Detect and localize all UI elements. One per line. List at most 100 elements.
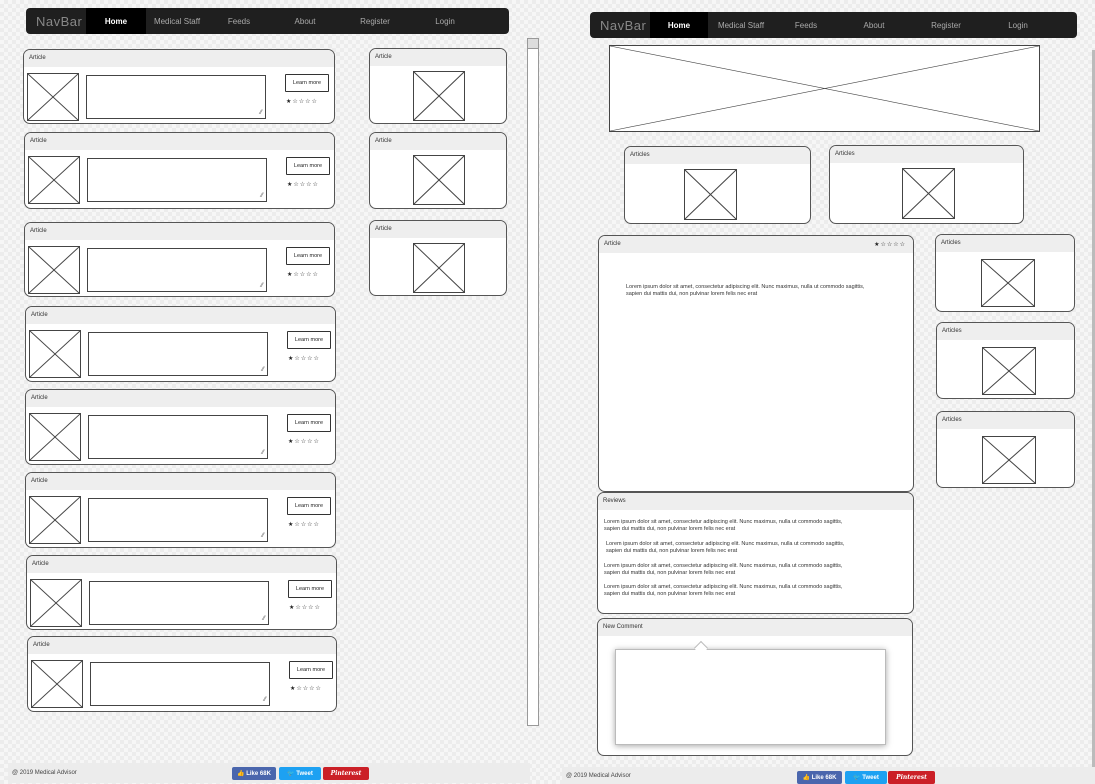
resize-grip-icon[interactable]: ⁄⁄ — [262, 367, 264, 373]
side-article-card[interactable]: Article — [369, 132, 507, 209]
image-placeholder-icon — [29, 496, 81, 544]
nav-register[interactable]: Register — [910, 12, 982, 38]
article-textarea[interactable]: ⁄⁄ — [87, 158, 267, 202]
learn-more-button[interactable]: Learn more — [287, 497, 331, 515]
resize-grip-icon[interactable]: ⁄⁄ — [262, 450, 264, 456]
image-placeholder-icon — [981, 259, 1035, 307]
resize-grip-icon[interactable]: ⁄⁄ — [261, 193, 263, 199]
image-placeholder-icon — [902, 168, 955, 219]
articles-card[interactable]: Articles — [624, 146, 811, 224]
image-placeholder-icon — [31, 660, 83, 708]
rating-stars[interactable]: ★☆☆☆☆ — [286, 98, 318, 105]
nav-login[interactable]: Login — [982, 12, 1054, 38]
rating-stars[interactable]: ★☆☆☆☆ — [287, 271, 319, 278]
rating-stars[interactable]: ★☆☆☆☆ — [288, 355, 320, 362]
nav-home[interactable]: Home — [86, 8, 146, 34]
article-textarea[interactable]: ⁄⁄ — [88, 332, 268, 376]
article-card: Article ⁄⁄ Learn more ★☆☆☆☆ — [25, 472, 336, 548]
pinterest-button[interactable]: Pinterest — [888, 771, 935, 784]
facebook-like-button[interactable]: 👍 Like 68K — [797, 771, 842, 784]
article-textarea[interactable]: ⁄⁄ — [87, 248, 267, 292]
rating-stars[interactable]: ★☆☆☆☆ — [289, 604, 321, 611]
main-article-card: Article ★☆☆☆☆ Lorem ipsum dolor sit amet… — [598, 235, 914, 492]
image-placeholder-icon — [982, 436, 1036, 484]
card-title: Article — [370, 49, 506, 66]
tweet-button[interactable]: 🐦 Tweet — [845, 771, 887, 784]
article-textarea[interactable]: ⁄⁄ — [86, 75, 266, 119]
article-card: Article ⁄⁄ Learn more ★☆☆☆☆ — [24, 222, 335, 297]
image-placeholder-icon — [413, 243, 465, 293]
rating-stars[interactable]: ★☆☆☆☆ — [287, 181, 319, 188]
review-text: Lorem ipsum dolor sit amet, consectetur … — [604, 584, 843, 597]
nav-login[interactable]: Login — [410, 8, 480, 34]
image-placeholder-icon — [29, 330, 81, 378]
pinterest-button[interactable]: Pinterest — [323, 767, 369, 780]
navbar-brand[interactable]: NavBar — [590, 18, 650, 33]
facebook-like-button[interactable]: 👍 Like 68K — [232, 767, 276, 780]
article-textarea[interactable]: ⁄⁄ — [90, 662, 270, 706]
resize-grip-icon[interactable]: ⁄⁄ — [264, 697, 266, 703]
nav-about[interactable]: About — [270, 8, 340, 34]
article-textarea[interactable]: ⁄⁄ — [88, 498, 268, 542]
card-title: Article — [25, 223, 334, 240]
article-textarea[interactable]: ⁄⁄ — [89, 581, 269, 625]
review-text: Lorem ipsum dolor sit amet, consectetur … — [606, 541, 845, 554]
card-title: New Comment — [598, 619, 912, 636]
card-title: Articles — [937, 412, 1074, 429]
learn-more-button[interactable]: Learn more — [286, 247, 330, 265]
rating-stars[interactable]: ★☆☆☆☆ — [874, 241, 906, 248]
card-title: Articles — [937, 323, 1074, 340]
nav-about[interactable]: About — [838, 12, 910, 38]
resize-grip-icon[interactable]: ⁄⁄ — [262, 533, 264, 539]
resize-grip-icon[interactable]: ⁄⁄ — [263, 616, 265, 622]
nav-feeds[interactable]: Feeds — [774, 12, 838, 38]
image-placeholder-icon — [413, 155, 465, 205]
rating-stars[interactable]: ★☆☆☆☆ — [288, 521, 320, 528]
image-placeholder-icon — [28, 246, 80, 294]
side-article-card[interactable]: Article — [369, 220, 507, 296]
copyright: @ 2019 Medical Advisor — [566, 772, 631, 779]
resize-grip-icon[interactable]: ⁄⁄ — [261, 283, 263, 289]
card-title: Article — [27, 556, 336, 573]
card-title: Article — [26, 473, 335, 490]
card-title: Article — [26, 307, 335, 324]
copyright: @ 2019 Medical Advisor — [12, 770, 77, 776]
comment-input[interactable] — [615, 649, 886, 745]
learn-more-button[interactable]: Learn more — [287, 331, 331, 349]
nav-register[interactable]: Register — [340, 8, 410, 34]
learn-more-button[interactable]: Learn more — [288, 580, 332, 598]
rating-stars[interactable]: ★☆☆☆☆ — [290, 685, 322, 692]
articles-card[interactable]: Articles — [829, 145, 1024, 224]
nav-medical-staff[interactable]: Medical Staff — [146, 8, 208, 34]
article-card: Article ⁄⁄ Learn more ★☆☆☆☆ — [24, 132, 335, 209]
card-title: Article — [24, 50, 334, 67]
nav-home[interactable]: Home — [650, 12, 708, 38]
articles-card[interactable]: Articles — [935, 234, 1075, 312]
card-title: Article — [599, 236, 913, 253]
navbar: NavBar Home Medical Staff Feeds About Re… — [26, 8, 509, 34]
article-textarea[interactable]: ⁄⁄ — [88, 415, 268, 459]
side-article-card[interactable]: Article — [369, 48, 507, 124]
resize-grip-icon[interactable]: ⁄⁄ — [260, 110, 262, 116]
card-title: Article — [26, 390, 335, 407]
article-card: Article ⁄⁄ Learn more ★☆☆☆☆ — [25, 389, 336, 465]
navbar-brand[interactable]: NavBar — [26, 14, 86, 29]
image-placeholder-icon — [684, 169, 737, 220]
tweet-button[interactable]: 🐦 Tweet — [279, 767, 321, 780]
learn-more-button[interactable]: Learn more — [289, 661, 333, 679]
rating-stars[interactable]: ★☆☆☆☆ — [288, 438, 320, 445]
scrollbar[interactable] — [527, 38, 539, 726]
articles-card[interactable]: Articles — [936, 322, 1075, 399]
card-title: Article — [25, 133, 334, 150]
article-card: Article ⁄⁄ Learn more ★☆☆☆☆ — [26, 555, 337, 630]
card-title: Reviews — [598, 493, 913, 510]
left-wireframe: NavBar Home Medical Staff Feeds About Re… — [0, 0, 545, 784]
nav-feeds[interactable]: Feeds — [208, 8, 270, 34]
learn-more-button[interactable]: Learn more — [285, 74, 329, 92]
image-placeholder-icon — [982, 347, 1036, 395]
scrollbar-thumb[interactable] — [528, 39, 538, 49]
learn-more-button[interactable]: Learn more — [287, 414, 331, 432]
learn-more-button[interactable]: Learn more — [286, 157, 330, 175]
articles-card[interactable]: Articles — [936, 411, 1075, 488]
nav-medical-staff[interactable]: Medical Staff — [708, 12, 774, 38]
